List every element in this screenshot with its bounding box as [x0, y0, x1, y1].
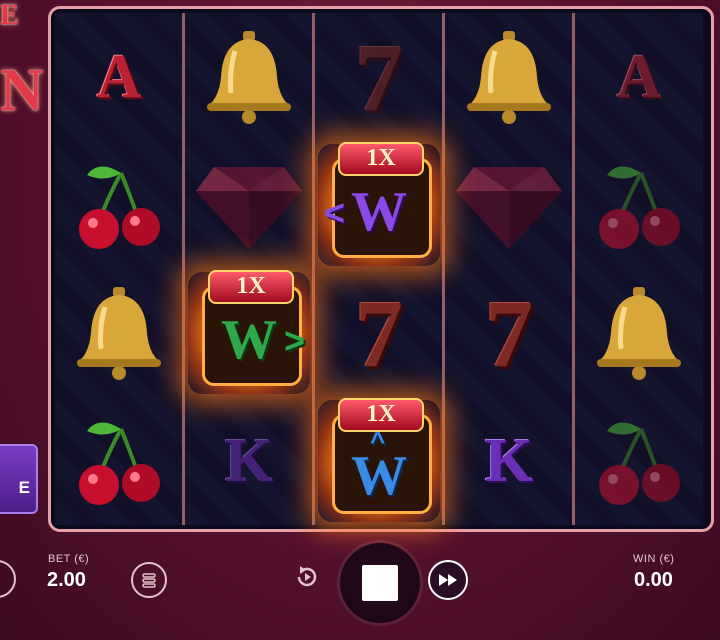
symbol-seven: 7 — [315, 269, 443, 397]
ace-letter: A — [616, 42, 662, 111]
symbol-cherry — [575, 141, 703, 269]
bell-icon — [597, 287, 681, 380]
symbol-bell — [575, 269, 703, 397]
king-letter: K — [224, 426, 274, 495]
arrow-left-icon: < — [324, 192, 346, 233]
turbo-button[interactable] — [428, 560, 468, 600]
win-value: 0.00 — [634, 569, 673, 591]
diamond-icon — [456, 167, 562, 249]
autoplay-icon — [297, 566, 317, 587]
cherry-icon — [79, 422, 160, 505]
cherry-icon — [79, 166, 160, 249]
symbol-diamond — [445, 141, 573, 269]
logo-letter-n: N — [0, 57, 44, 123]
feature-buy-button[interactable]: E — [0, 444, 38, 514]
bet-settings-button[interactable] — [131, 562, 167, 598]
bell-icon — [207, 31, 291, 124]
seven-glyph: 7 — [355, 279, 403, 387]
bet-label: BET (€) — [48, 553, 90, 565]
wild-symbol-blue: 1X W ^ — [318, 398, 440, 522]
symbol-cherry — [55, 141, 183, 269]
symbol-ace: A — [55, 13, 183, 141]
arrow-right-icon: > — [284, 320, 306, 361]
symbol-bell — [445, 13, 573, 141]
king-letter: K — [484, 426, 534, 495]
cherry-icon — [599, 422, 680, 505]
wild-multiplier: 1X — [338, 142, 424, 176]
seven-glyph: 7 — [355, 23, 403, 131]
logo-letter-e: E — [0, 0, 19, 31]
symbol-bell — [185, 13, 313, 141]
symbol-seven: 7 — [315, 13, 443, 141]
wild-multiplier: 1X — [208, 270, 294, 304]
diamond-icon — [196, 167, 302, 249]
coin-stack-icon — [142, 573, 156, 588]
bell-icon — [77, 287, 161, 380]
symbol-king: K — [185, 397, 313, 525]
spin-stop-button[interactable] — [340, 543, 420, 623]
arrow-up-icon: ^ — [370, 426, 386, 456]
bell-icon — [467, 31, 551, 124]
game-logo-fragment: E N — [0, 0, 44, 136]
win-label: WIN (€) — [633, 553, 675, 565]
symbol-ace: A — [575, 13, 703, 141]
ace-letter: A — [96, 42, 142, 111]
symbol-bell — [55, 269, 183, 397]
seven-glyph: 7 — [485, 279, 533, 387]
stop-icon — [362, 565, 398, 601]
feature-buy-label: E — [18, 478, 30, 497]
fast-forward-icon — [439, 574, 457, 586]
bet-value: 2.00 — [47, 569, 86, 591]
autoplay-button[interactable] — [290, 560, 324, 594]
symbol-diamond — [185, 141, 313, 269]
cherry-icon — [599, 166, 680, 249]
symbol-seven: 7 — [445, 269, 573, 397]
wild-symbol-purple: 1X W < — [318, 142, 440, 266]
symbol-cherry — [55, 397, 183, 525]
symbol-cherry — [575, 397, 703, 525]
menu-button[interactable] — [0, 560, 16, 598]
reel-frame: A K 7 7 7 K A 1X W < 1X W > 1X W ^ — [48, 6, 714, 532]
symbol-king: K — [445, 397, 573, 525]
wild-symbol-green: 1X W > — [188, 270, 310, 394]
